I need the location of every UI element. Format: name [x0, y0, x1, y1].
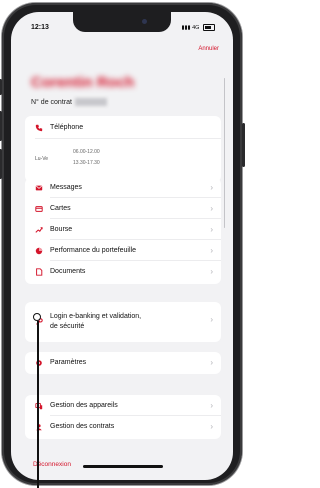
menu-item-device-management[interactable]: Gestion des appareils ›	[25, 396, 221, 416]
chevron-right-icon: ›	[210, 246, 213, 255]
notch	[73, 12, 171, 32]
volume-down-button	[0, 149, 2, 179]
envelope-icon	[35, 185, 43, 191]
scrollbar[interactable]	[223, 78, 225, 228]
chevron-right-icon: ›	[210, 225, 213, 234]
divider	[50, 239, 221, 240]
battery-icon	[203, 24, 215, 31]
volume-up-button	[0, 111, 2, 141]
hours-morning: 06.00-12.00	[73, 149, 100, 155]
menu-item-label: Messages	[50, 184, 82, 191]
logout-button[interactable]: Déconnexion	[33, 461, 71, 468]
menu-item-contract-management[interactable]: Gestion des contrats ›	[25, 417, 221, 437]
manage-card: Gestion des appareils › Gestion des cont…	[25, 395, 221, 439]
menu-item-label: Performance du portefeuille	[50, 247, 136, 254]
trend-chart-icon	[35, 227, 43, 233]
menu-item-stock-exchange[interactable]: Bourse ›	[25, 220, 221, 240]
divider	[50, 415, 221, 416]
menu-item-label: Gestion des appareils	[50, 402, 118, 409]
chevron-right-icon: ›	[210, 358, 213, 367]
phone-label: Téléphone	[50, 124, 84, 131]
menu-item-portfolio-performance[interactable]: Performance du portefeuille ›	[25, 241, 221, 261]
menu-item-label: Gestion des contrats	[50, 423, 115, 430]
security-label-line1: Login e-banking et validation,	[50, 313, 142, 320]
days-label: Lu-Ve	[35, 156, 49, 162]
menu-item-label: Bourse	[50, 226, 73, 233]
divider	[35, 138, 221, 139]
divider	[50, 197, 221, 198]
menu-item-cards[interactable]: Cartes ›	[25, 199, 221, 219]
phone-row[interactable]: Téléphone	[25, 118, 221, 138]
camera-icon	[142, 19, 147, 24]
menu-item-label: Documents	[50, 268, 86, 275]
menu-item-messages[interactable]: Messages ›	[25, 178, 221, 198]
menu-item-documents[interactable]: Documents ›	[25, 262, 221, 282]
network-label: 4G	[192, 24, 200, 31]
document-icon	[36, 268, 43, 276]
menu-item-label: Paramètres	[50, 359, 87, 366]
mute-switch	[0, 79, 2, 95]
contract-number-redacted	[74, 98, 107, 106]
contract-label: N° de contrat	[31, 98, 72, 106]
chevron-right-icon: ›	[210, 422, 213, 431]
chevron-right-icon: ›	[210, 267, 213, 276]
annotation-pointer-line	[37, 321, 39, 488]
settings-card: Paramètres ›	[25, 352, 221, 374]
chevron-right-icon: ›	[210, 204, 213, 213]
chevron-right-icon: ›	[210, 315, 213, 324]
status-icons: ▮▮▮ 4G	[181, 24, 215, 31]
home-indicator[interactable]	[83, 465, 163, 468]
phone-icon	[35, 124, 43, 132]
hours-afternoon: 13.30-17.30	[73, 160, 100, 166]
app-screen: 12:13 ▮▮▮ 4G Annuler Corentin Roch N° de…	[11, 12, 233, 480]
contract-number: N° de contrat	[31, 98, 107, 106]
menu-item-settings[interactable]: Paramètres ›	[25, 353, 221, 373]
contact-card: Téléphone Lu-Ve 06.00-12.00 13.30-17.30	[25, 116, 221, 182]
divider	[50, 260, 221, 261]
pie-chart-icon	[35, 247, 43, 255]
cancel-button[interactable]: Annuler	[198, 46, 219, 52]
status-time: 12:13	[31, 24, 49, 31]
security-card[interactable]: Login e-banking et validation, de sécuri…	[25, 302, 221, 342]
main-menu-card: Messages › Cartes › Bourse › Performance…	[25, 178, 221, 284]
signal-icon: ▮▮▮	[181, 24, 191, 31]
chevron-right-icon: ›	[210, 183, 213, 192]
chevron-right-icon: ›	[210, 401, 213, 410]
card-icon	[35, 206, 43, 212]
menu-item-label: Cartes	[50, 205, 71, 212]
power-button	[242, 123, 245, 167]
user-name: Corentin Roch	[31, 74, 135, 91]
security-label-line2: de sécurité	[50, 323, 85, 330]
divider	[50, 218, 221, 219]
annotation-pointer-dot	[33, 313, 41, 321]
